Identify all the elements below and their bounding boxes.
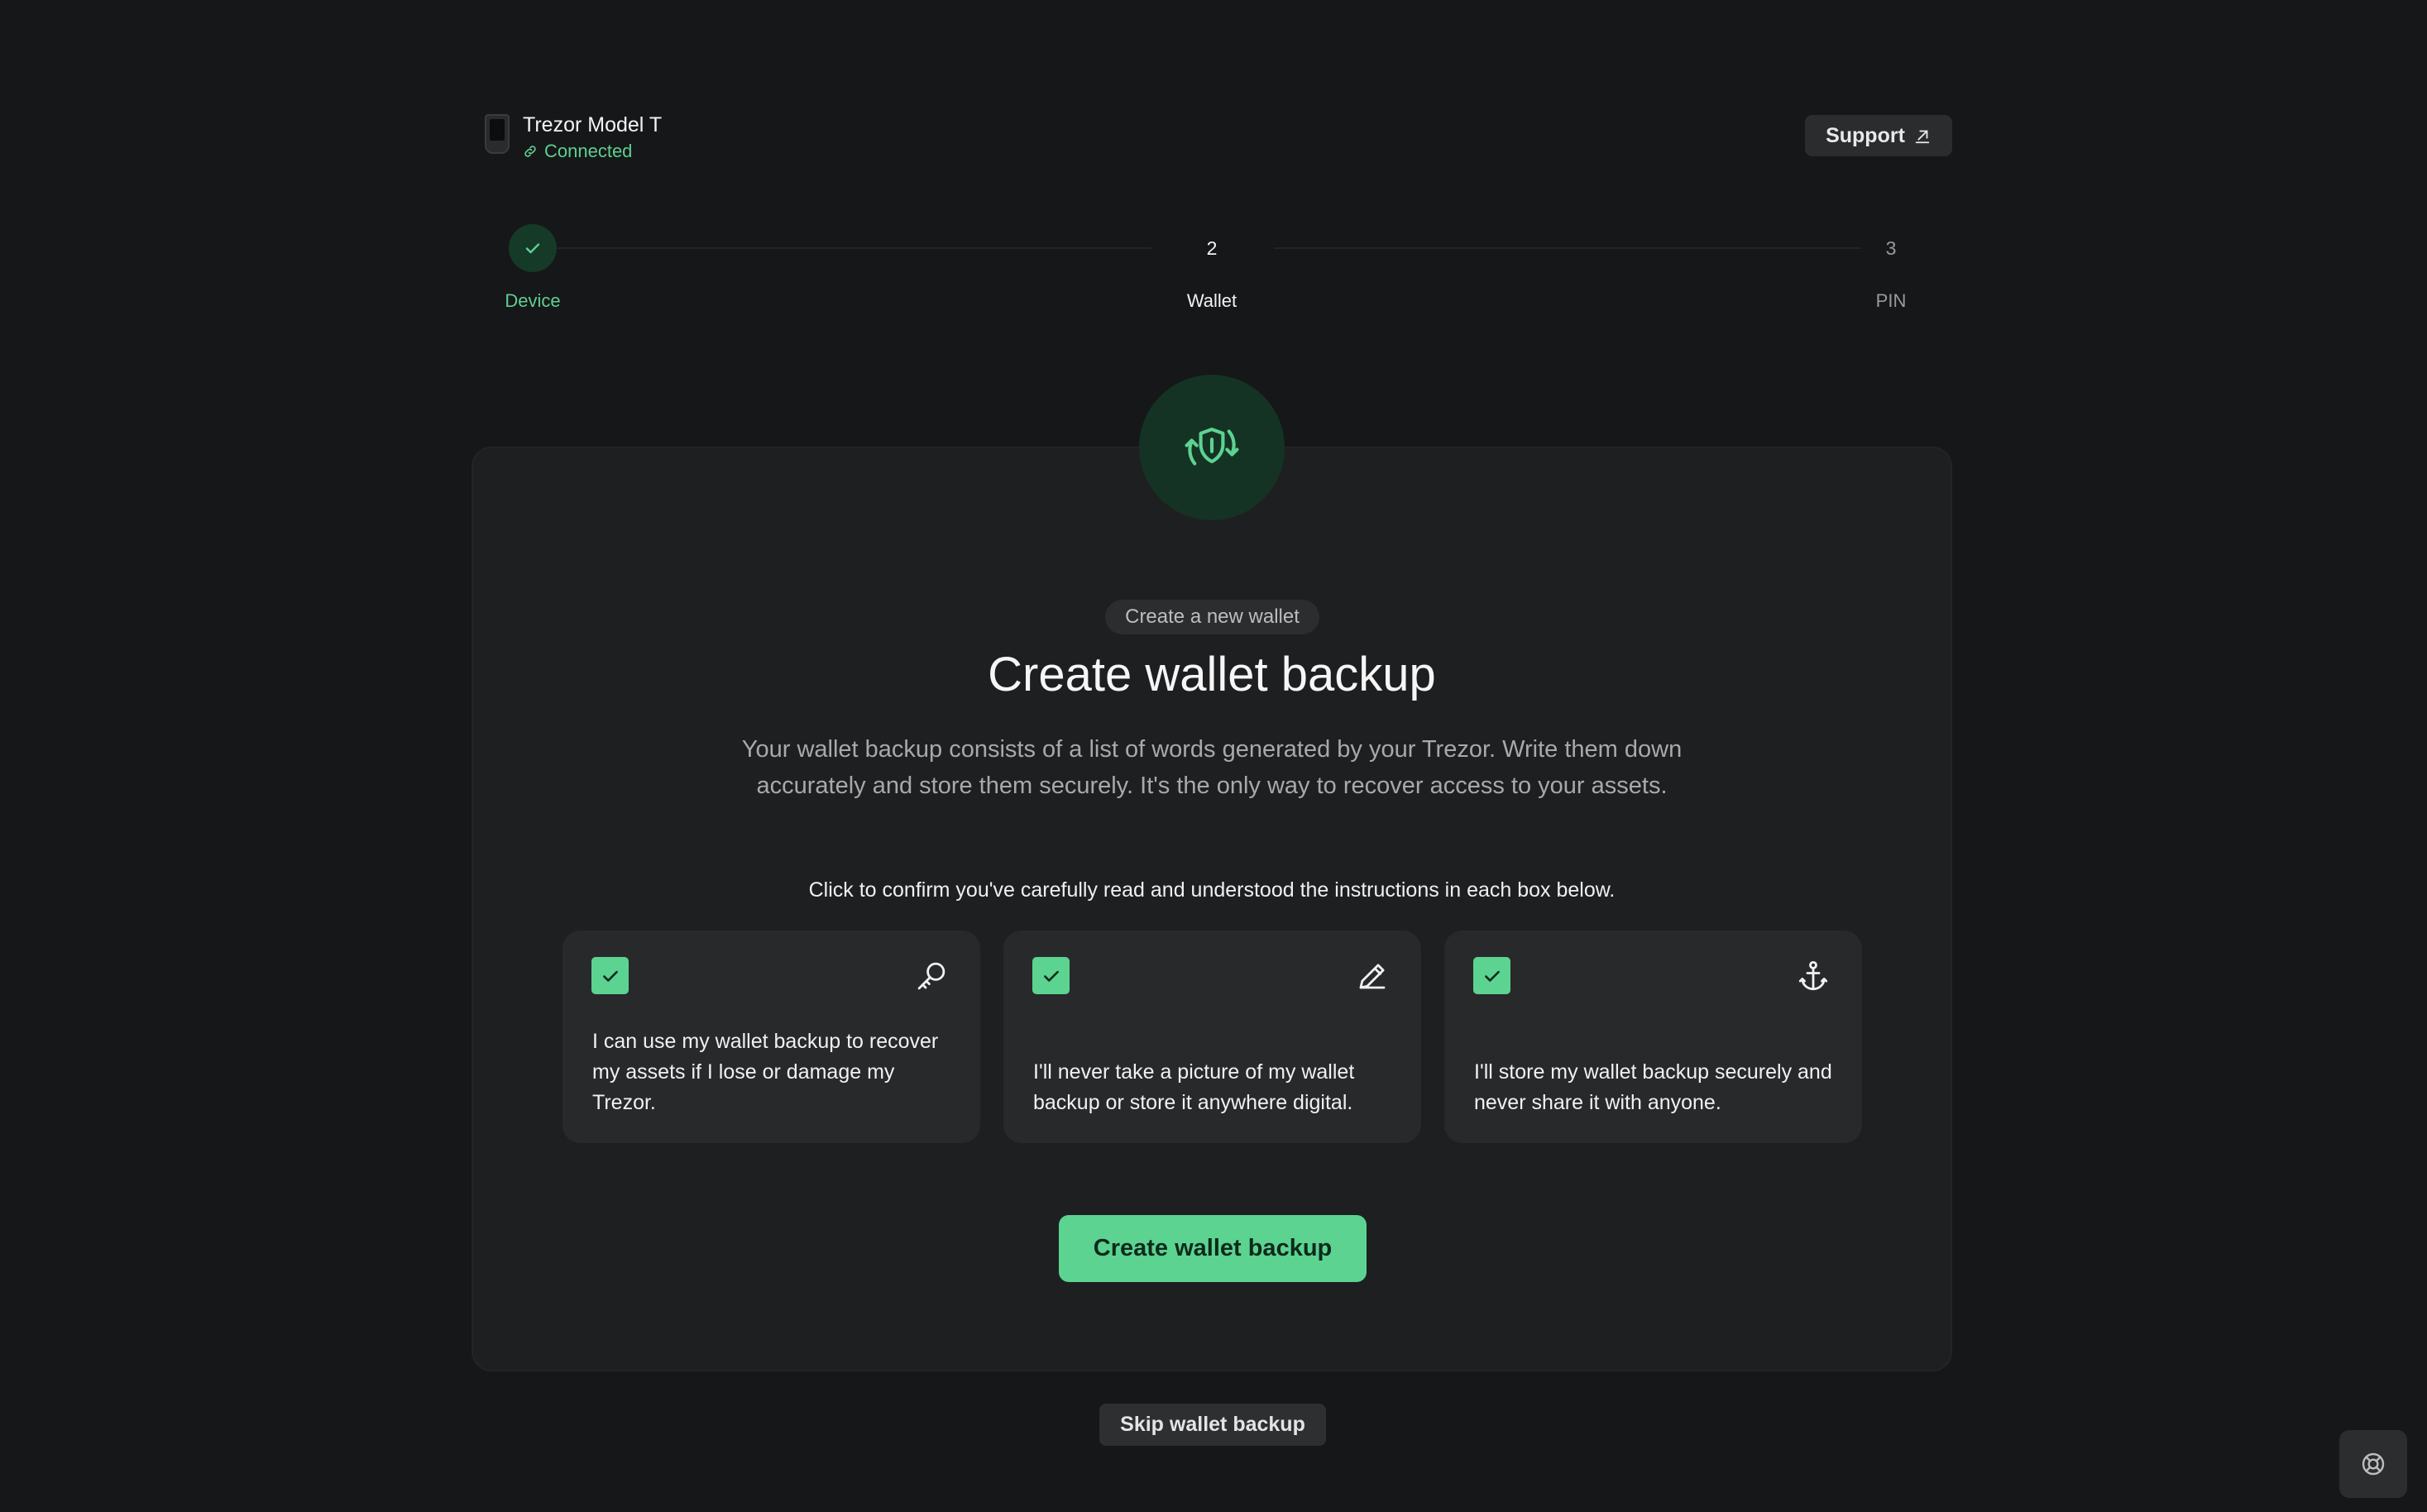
checkmark-icon xyxy=(602,970,618,982)
connection-status: Connected xyxy=(523,141,662,162)
stepper-connector-2 xyxy=(1274,247,1861,249)
step-wallet-indicator: 2 xyxy=(1206,237,1218,259)
checkbox-checked[interactable] xyxy=(1473,957,1510,994)
lifebuoy-icon xyxy=(2362,1452,2385,1476)
page-title: Create wallet backup xyxy=(988,648,1436,701)
confirm-box-text: I can use my wallet backup to recover my… xyxy=(592,1030,939,1114)
anchor-icon xyxy=(1794,957,1832,995)
key-icon xyxy=(912,957,950,995)
help-button[interactable] xyxy=(2339,1430,2407,1498)
checkmark-icon xyxy=(1043,970,1059,982)
confirm-box-recover[interactable]: I can use my wallet backup to recover my… xyxy=(562,931,980,1143)
pencil-icon xyxy=(1353,957,1391,995)
checkmark-icon xyxy=(525,243,540,254)
support-label: Support xyxy=(1826,123,1905,147)
create-wallet-backup-button[interactable]: Create wallet backup xyxy=(1059,1215,1367,1282)
confirm-box-text: I'll store my wallet backup securely and… xyxy=(1474,1060,1832,1114)
page-description: Your wallet backup consists of a list of… xyxy=(741,736,1683,799)
checkmark-icon xyxy=(1484,970,1500,982)
step-device-indicator xyxy=(509,224,557,272)
external-link-icon xyxy=(1915,130,1930,144)
skip-wallet-backup-button[interactable]: Skip wallet backup xyxy=(1099,1404,1326,1446)
create-new-wallet-pill: Create a new wallet xyxy=(1105,600,1319,634)
instructions-text: Click to confirm you've carefully read a… xyxy=(808,878,1616,902)
hero-badge xyxy=(1139,375,1285,520)
step-wallet-label: Wallet xyxy=(1186,290,1237,311)
device-info: Trezor Model T Connected xyxy=(483,112,662,162)
confirm-box-no-digital[interactable]: I'll never take a picture of my wallet b… xyxy=(1003,931,1421,1143)
support-button[interactable]: Support xyxy=(1805,115,1952,156)
checkbox-checked[interactable] xyxy=(1032,957,1070,994)
confirm-box-store-securely[interactable]: I'll store my wallet backup securely and… xyxy=(1444,931,1862,1143)
confirm-box-text: I'll never take a picture of my wallet b… xyxy=(1033,1060,1355,1114)
connection-status-label: Connected xyxy=(544,141,633,161)
shield-sync-icon xyxy=(1185,427,1239,466)
checkbox-checked[interactable] xyxy=(591,957,629,994)
link-icon xyxy=(524,146,536,157)
step-device-label: Device xyxy=(505,290,561,311)
device-name: Trezor Model T xyxy=(523,113,663,136)
step-pin-indicator: 3 xyxy=(1885,237,1897,259)
trezor-device-icon xyxy=(483,112,511,159)
step-pin-label: PIN xyxy=(1875,290,1907,311)
stepper-connector-1 xyxy=(556,247,1151,249)
